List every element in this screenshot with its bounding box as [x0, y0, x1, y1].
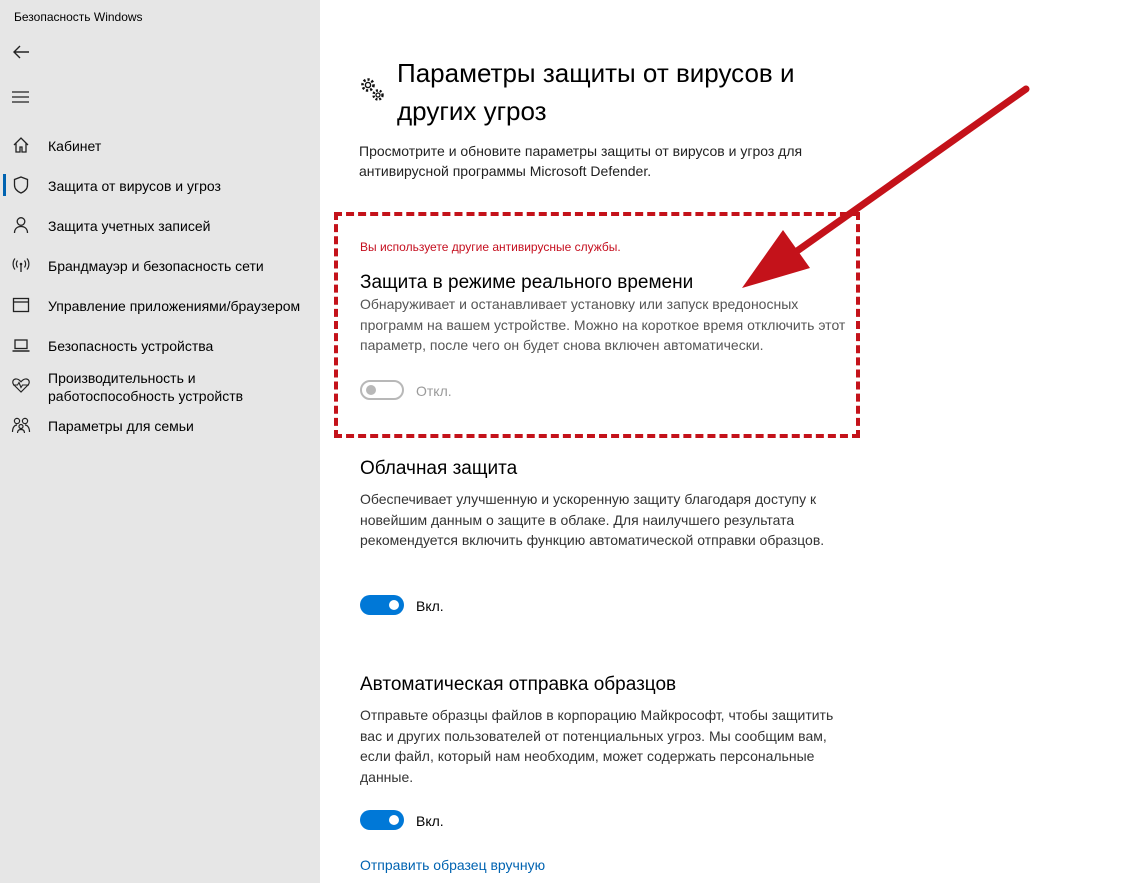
wifi-signal-icon	[12, 258, 30, 272]
annotation-arrow-icon	[742, 85, 1030, 288]
back-button[interactable]	[10, 41, 32, 63]
person-icon	[13, 217, 29, 234]
sidebar-item-account-protection[interactable]: Защита учетных записей	[0, 205, 320, 245]
window-title: Безопасность Windows	[14, 10, 143, 24]
sidebar-item-label: Брандмауэр и безопасность сети	[48, 258, 264, 274]
laptop-icon	[12, 339, 30, 352]
sidebar-item-label: Кабинет	[48, 138, 102, 154]
sample-toggle-label: Вкл.	[416, 813, 444, 829]
cloud-protection-title: Облачная защита	[360, 458, 518, 479]
sidebar: Кабинет Защита от вирусов и угроз Защита…	[0, 32, 320, 883]
sidebar-item-device-security[interactable]: Безопасность устройства	[0, 325, 320, 365]
back-arrow-icon	[13, 45, 29, 59]
sidebar-item-firewall[interactable]: Брандмауэр и безопасность сети	[0, 245, 320, 285]
submit-sample-manually-link[interactable]: Отправить образец вручную	[360, 857, 545, 873]
cloud-protection-toggle[interactable]	[360, 595, 404, 615]
sidebar-item-label: Параметры для семьи	[48, 418, 194, 434]
app-window-icon	[12, 297, 30, 313]
family-icon	[11, 417, 31, 434]
toggle-knob	[389, 600, 399, 610]
sidebar-item-label: Управление приложениями/браузером	[48, 298, 301, 314]
gears-icon	[361, 78, 384, 101]
sidebar-item-virus-protection[interactable]: Защита от вирусов и угроз	[0, 165, 320, 205]
shield-icon	[13, 176, 29, 194]
sidebar-item-label: Защита учетных записей	[48, 218, 211, 234]
menu-button[interactable]	[10, 86, 32, 108]
active-indicator	[3, 174, 6, 196]
sample-submission-description: Отправьте образцы файлов в корпорацию Ма…	[360, 707, 834, 785]
home-icon	[13, 137, 29, 153]
cloud-protection-description: Обеспечивает улучшенную и ускоренную защ…	[360, 491, 825, 548]
title-bar: Безопасность Windows	[0, 0, 320, 32]
sidebar-item-home[interactable]: Кабинет	[0, 125, 320, 165]
hamburger-icon	[12, 91, 29, 103]
sample-submission-title: Автоматическая отправка образцов	[360, 674, 677, 695]
sidebar-item-label: Производительность и работоспособность у…	[48, 370, 244, 404]
sidebar-item-label: Защита от вирусов и угроз	[48, 178, 221, 194]
sidebar-item-family[interactable]: Параметры для семьи	[0, 405, 320, 445]
sample-submission-toggle[interactable]	[360, 810, 404, 830]
sidebar-item-label: Безопасность устройства	[48, 338, 214, 354]
heart-pulse-icon	[12, 378, 30, 393]
toggle-knob	[389, 815, 399, 825]
sidebar-item-app-browser[interactable]: Управление приложениями/браузером	[0, 285, 320, 325]
sidebar-item-device-performance[interactable]: Производительность и работоспособность у…	[0, 365, 320, 405]
cloud-toggle-label: Вкл.	[416, 598, 444, 614]
